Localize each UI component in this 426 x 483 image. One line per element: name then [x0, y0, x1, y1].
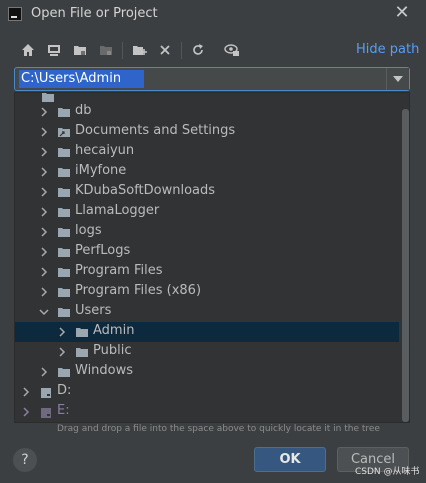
tree-row-label: Windows — [75, 363, 134, 378]
folder-icon — [58, 368, 70, 377]
folder-icon — [58, 308, 70, 317]
module-folder-icon[interactable] — [96, 40, 116, 60]
tree-row[interactable]: Program Files (x86) — [15, 282, 399, 302]
folder-icon — [58, 188, 70, 197]
folder-icon — [58, 288, 70, 297]
chevron-right-icon[interactable] — [39, 266, 49, 278]
ok-button[interactable]: OK — [254, 447, 326, 472]
chevron-right-icon[interactable] — [39, 106, 49, 118]
chevron-right-icon[interactable] — [21, 406, 31, 418]
tree-row-label: hecaiyun — [75, 143, 135, 158]
tree-row-label: Program Files (x86) — [75, 283, 202, 298]
chevron-right-icon[interactable] — [39, 146, 49, 158]
tree-row[interactable]: hecaiyun — [15, 142, 399, 162]
folder-icon — [76, 328, 88, 337]
tree-row-label: E: — [57, 403, 70, 418]
show-hidden-icon[interactable] — [222, 40, 242, 60]
title-bar: Open File or Project ✕ — [0, 0, 426, 30]
desktop-icon[interactable] — [44, 40, 64, 60]
tree-row-label: Public — [93, 343, 132, 358]
folder-icon — [58, 228, 70, 237]
chevron-right-icon[interactable] — [39, 126, 49, 138]
chevron-right-icon[interactable] — [39, 226, 49, 238]
tree-row[interactable]: D: — [15, 382, 399, 402]
tree-row[interactable]: PerfLogs — [15, 242, 399, 262]
toolbar-separator — [181, 42, 182, 59]
tree-row-label: logs — [75, 223, 102, 238]
watermark: CSDN @从味书 — [355, 467, 420, 477]
tree-row[interactable]: logs — [15, 222, 399, 242]
chevron-right-icon[interactable] — [39, 366, 49, 378]
folder-icon — [58, 268, 70, 277]
tree-row[interactable]: Documents and Settings — [15, 122, 399, 142]
drive-icon — [41, 408, 51, 418]
home-icon[interactable] — [18, 40, 38, 60]
tree-row-label: PerfLogs — [75, 243, 131, 258]
tree-row-label: KDubaSoftDownloads — [75, 183, 216, 198]
folder-icon — [58, 248, 70, 257]
path-history-dropdown[interactable] — [386, 68, 409, 90]
project-folder-icon[interactable] — [70, 40, 90, 60]
drag-drop-hint: Drag and drop a file into the space abov… — [57, 424, 380, 434]
tree-row-label: D: — [57, 383, 72, 398]
path-bar — [14, 67, 410, 91]
tree-row-label: Documents and Settings — [75, 123, 236, 138]
folder-icon — [76, 348, 88, 357]
vertical-scrollbar[interactable] — [402, 109, 409, 422]
tree-row-label: Admin — [93, 323, 135, 338]
delete-icon[interactable] — [155, 40, 175, 60]
tree-row-label: Users — [75, 303, 112, 318]
intellij-logo-icon — [8, 7, 22, 21]
tree-row-label: Program Files — [75, 263, 163, 278]
chevron-down-icon[interactable] — [39, 306, 49, 318]
toolbar-separator — [122, 42, 123, 59]
new-folder-icon[interactable] — [130, 40, 150, 60]
chevron-down-icon — [393, 76, 403, 82]
hide-path-link[interactable]: Hide path — [356, 42, 419, 57]
chevron-right-icon[interactable] — [57, 326, 67, 338]
chevron-right-icon[interactable] — [21, 386, 31, 398]
folder-icon — [58, 108, 70, 117]
tree-row-label: db — [75, 103, 92, 118]
chevron-right-icon[interactable] — [39, 186, 49, 198]
tree-row[interactable]: LlamaLogger — [15, 202, 399, 222]
refresh-icon[interactable] — [188, 40, 208, 60]
window-title: Open File or Project — [31, 6, 158, 21]
tree-row[interactable]: Users — [15, 302, 399, 322]
folder-icon — [58, 208, 70, 217]
chevron-right-icon[interactable] — [39, 286, 49, 298]
help-button[interactable]: ? — [13, 448, 37, 472]
file-tree[interactable]: db Documents and Settings hecaiyun iMyfo… — [14, 92, 410, 423]
tree-row[interactable]: E: — [15, 402, 399, 422]
drive-icon — [41, 388, 51, 398]
close-icon[interactable]: ✕ — [392, 2, 412, 24]
tree-row[interactable]: db — [15, 102, 399, 122]
tree-row-selected[interactable]: Admin — [15, 322, 399, 342]
tree-row[interactable]: Program Files — [15, 262, 399, 282]
tree-row[interactable]: iMyfone — [15, 162, 399, 182]
tree-row[interactable]: Windows — [15, 362, 399, 382]
tree-row[interactable]: KDubaSoftDownloads — [15, 182, 399, 202]
folder-icon — [58, 148, 70, 157]
folder-icon — [58, 168, 70, 177]
chevron-right-icon[interactable] — [39, 166, 49, 178]
tree-row-label: iMyfone — [75, 163, 127, 178]
symlink-folder-icon — [58, 128, 70, 137]
chevron-right-icon[interactable] — [57, 346, 67, 358]
path-input[interactable] — [19, 70, 144, 88]
tree-row-label: LlamaLogger — [75, 203, 160, 218]
tree-row[interactable]: Public — [15, 342, 399, 362]
chevron-right-icon[interactable] — [39, 246, 49, 258]
toolbar: Hide path — [0, 38, 426, 62]
chevron-right-icon[interactable] — [39, 206, 49, 218]
